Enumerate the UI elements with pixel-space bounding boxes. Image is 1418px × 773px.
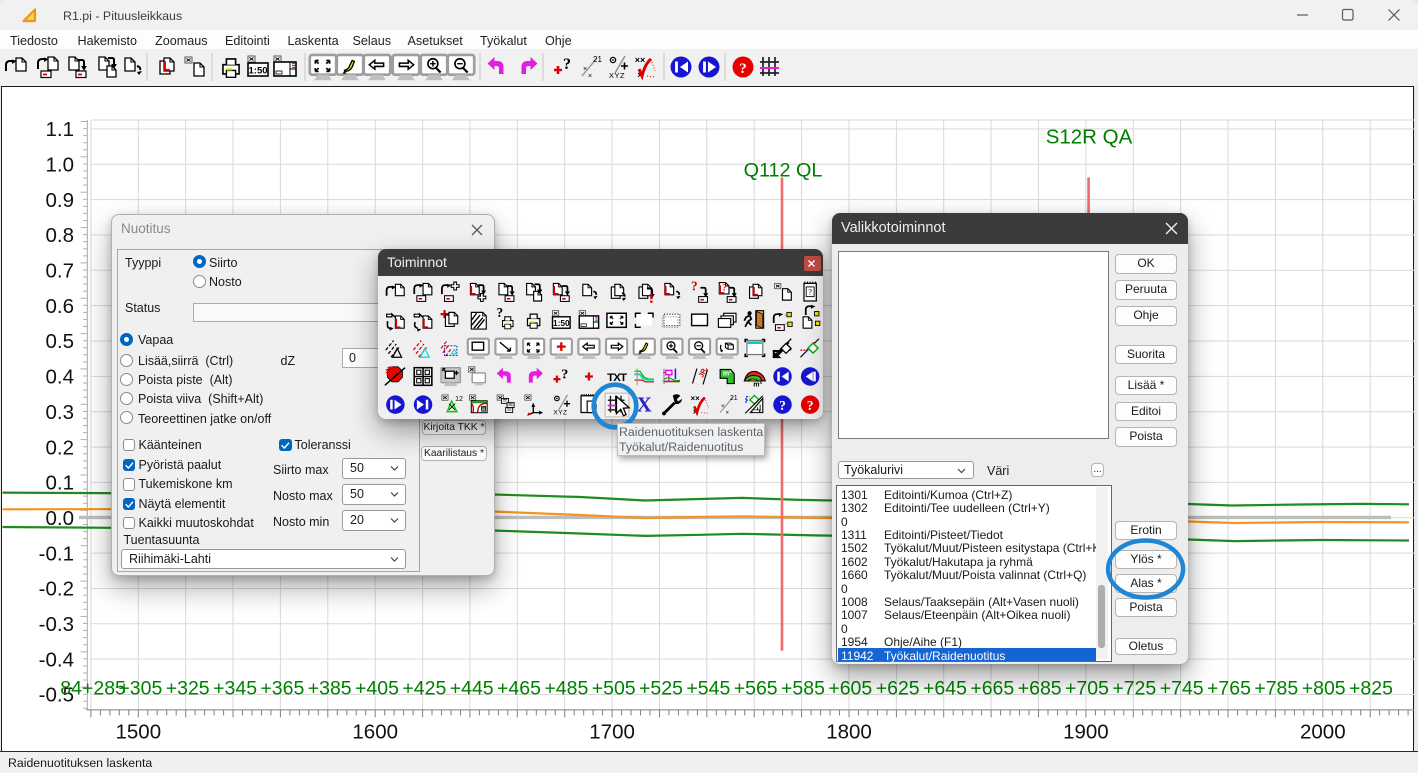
svg-text:1.1: 1.1: [46, 118, 75, 141]
svg-text:××: ××: [691, 394, 701, 403]
svg-text:+345: +345: [213, 677, 257, 699]
svg-text:+825: +825: [1349, 677, 1393, 699]
svg-text:+585: +585: [781, 677, 825, 699]
svg-text:1:50: 1:50: [553, 318, 570, 328]
svg-text:-0.4: -0.4: [39, 648, 74, 671]
svg-text:+625: +625: [876, 677, 920, 699]
svg-text:0.9: 0.9: [46, 188, 75, 211]
svg-text:+645: +645: [923, 677, 967, 699]
svg-text:+685: +685: [1018, 677, 1062, 699]
svg-text:1:50: 1:50: [248, 66, 267, 77]
svg-text:+785: +785: [1254, 677, 1298, 699]
svg-text:+565: +565: [734, 677, 778, 699]
svg-text:+425: +425: [402, 677, 446, 699]
svg-text:m²: m²: [723, 371, 732, 378]
svg-text:1500: 1500: [115, 720, 161, 743]
svg-text:+385: +385: [308, 677, 352, 699]
svg-text:?: ?: [563, 56, 571, 73]
svg-text:+525: +525: [639, 677, 683, 699]
svg-text:0.6: 0.6: [46, 294, 75, 317]
svg-text:S12R QA: S12R QA: [1046, 125, 1133, 148]
svg-text:?: ?: [779, 398, 786, 413]
svg-text:+405: +405: [355, 677, 399, 699]
svg-text:-0.1: -0.1: [39, 542, 74, 565]
svg-text:+505: +505: [592, 677, 636, 699]
svg-text:×: ×: [721, 403, 725, 410]
svg-text:+485: +485: [544, 677, 588, 699]
svg-text:TXT: TXT: [607, 372, 627, 384]
svg-text:12: 12: [455, 396, 463, 403]
svg-text:+705: +705: [1065, 677, 1109, 699]
svg-text:+745: +745: [1160, 677, 1204, 699]
svg-text:-0.2: -0.2: [39, 577, 74, 600]
svg-text:0.1: 0.1: [46, 471, 75, 494]
svg-text:×: ×: [725, 409, 729, 416]
svg-text:?: ?: [561, 366, 568, 382]
svg-text:-0.3: -0.3: [39, 613, 74, 636]
svg-text:1700: 1700: [589, 720, 635, 743]
svg-text:0.3: 0.3: [46, 400, 75, 423]
svg-text:1800: 1800: [826, 720, 872, 743]
svg-text:+365: +365: [260, 677, 304, 699]
svg-text:?: ?: [497, 305, 504, 320]
svg-text:0.4: 0.4: [46, 365, 75, 388]
svg-text:××: ××: [635, 55, 646, 65]
svg-text:×: ×: [583, 66, 587, 73]
svg-text:1900: 1900: [1063, 720, 1109, 743]
svg-text:+465: +465: [497, 677, 541, 699]
svg-text:×: ×: [588, 73, 592, 80]
svg-text:0.5: 0.5: [46, 330, 75, 353]
svg-text:+445: +445: [450, 677, 494, 699]
svg-text:?: ?: [808, 287, 812, 296]
svg-text:?: ?: [691, 278, 698, 293]
svg-text:1600: 1600: [352, 720, 398, 743]
svg-text:?: ?: [722, 282, 727, 293]
svg-text:21: 21: [730, 395, 738, 402]
svg-text:+725: +725: [1112, 677, 1156, 699]
svg-text:+545: +545: [686, 677, 730, 699]
svg-text:?: ?: [739, 61, 747, 77]
svg-text:2000: 2000: [1300, 720, 1346, 743]
svg-text:+665: +665: [970, 677, 1014, 699]
svg-text:0.2: 0.2: [46, 436, 75, 459]
svg-text:?: ?: [807, 398, 814, 413]
svg-text:+765: +765: [1207, 677, 1251, 699]
svg-text:0.7: 0.7: [46, 259, 75, 282]
svg-text:+325: +325: [166, 677, 210, 699]
svg-text:Q112 QL: Q112 QL: [744, 159, 823, 181]
svg-text:XYZ: XYZ: [553, 409, 567, 416]
svg-text:+805: +805: [1302, 677, 1346, 699]
svg-text:84+285: 84+285: [60, 677, 126, 699]
svg-text:X: X: [637, 393, 652, 417]
svg-text:21: 21: [593, 55, 602, 64]
svg-text:+305: +305: [118, 677, 162, 699]
svg-text:JR.: JR.: [698, 366, 709, 379]
svg-text:1.0: 1.0: [46, 153, 75, 176]
svg-text:0.8: 0.8: [46, 224, 75, 247]
svg-text:m³: m³: [753, 382, 762, 389]
svg-text:+605: +605: [828, 677, 872, 699]
svg-text:XYZ: XYZ: [609, 71, 625, 80]
